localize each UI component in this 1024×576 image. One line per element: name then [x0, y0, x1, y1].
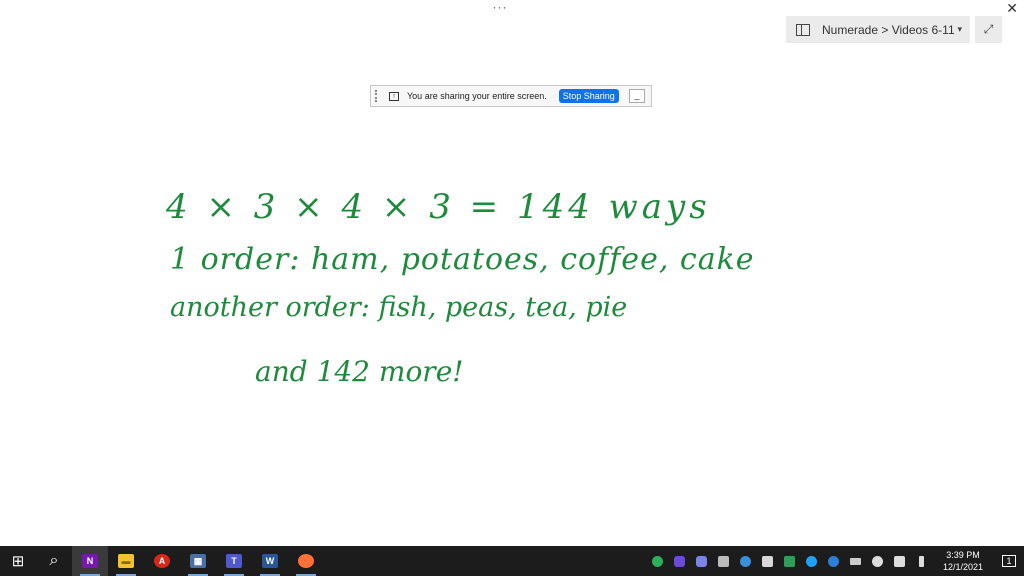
handwriting-line-2: 1 order: ham, potatoes, coffee, cake: [170, 242, 755, 277]
clock-date: 12/1/2021: [942, 562, 984, 572]
clock-time: 3:39 PM: [946, 550, 980, 560]
expand-button[interactable]: ⤢: [975, 16, 1002, 43]
screen-share-bar: ↑ You are sharing your entire screen. St…: [370, 85, 652, 107]
search-icon[interactable]: ⌕: [36, 546, 72, 576]
onenote-glyph: N: [82, 554, 98, 568]
tray-app-green-icon[interactable]: [646, 546, 668, 576]
tray-security-icon[interactable]: [756, 546, 778, 576]
pen-icon[interactable]: [910, 546, 932, 576]
windows-start-icon[interactable]: ⊞: [0, 546, 36, 576]
teams-glyph: T: [226, 554, 242, 568]
tray-network-app-icon[interactable]: [712, 546, 734, 576]
tray-skype-icon[interactable]: [800, 546, 822, 576]
handwriting-line-4: and 142 more!: [255, 355, 464, 388]
share-message: You are sharing your entire screen.: [407, 91, 547, 101]
stop-sharing-button[interactable]: Stop Sharing: [558, 89, 619, 103]
notification-center-button[interactable]: 1: [994, 546, 1024, 576]
system-tray: 3:39 PM 12/1/2021 1: [646, 546, 1024, 576]
expand-icon: ⤢: [983, 22, 994, 36]
teams-icon[interactable]: T: [216, 546, 252, 576]
file-explorer-icon[interactable]: ▬: [108, 546, 144, 576]
word-icon[interactable]: W: [252, 546, 288, 576]
minimize-share-bar-button[interactable]: _: [629, 89, 645, 103]
notebook-icon: [796, 23, 810, 36]
volume-icon[interactable]: [888, 546, 910, 576]
notebook-picker[interactable]: Numerade > Videos 6-11 ▾: [786, 16, 970, 43]
acrobat-icon[interactable]: A: [144, 546, 180, 576]
handwriting-line-1: 4 × 3 × 4 × 3 = 144 ways: [166, 187, 711, 227]
taskbar-clock[interactable]: 3:39 PM 12/1/2021: [938, 549, 988, 573]
notebook-picker-label: Numerade > Videos 6-11: [822, 22, 955, 37]
chevron-down-icon: ▾: [957, 24, 962, 34]
screen-recorder-glyph: ▦: [190, 554, 206, 568]
drag-handle[interactable]: [375, 90, 379, 102]
close-icon[interactable]: ✕: [1006, 0, 1018, 17]
tray-bluetooth-icon[interactable]: [822, 546, 844, 576]
tray-cloud-icon[interactable]: [734, 546, 756, 576]
wifi-icon[interactable]: [866, 546, 888, 576]
tray-battery-icon[interactable]: [844, 546, 866, 576]
word-glyph: W: [262, 554, 278, 568]
tray-microphone-icon[interactable]: [668, 546, 690, 576]
firefox-icon[interactable]: ●: [288, 546, 324, 576]
handwriting-line-3: another order: fish, peas, tea, pie: [170, 292, 628, 323]
window-menu-dots[interactable]: ···: [490, 0, 510, 14]
share-screen-icon: ↑: [389, 91, 399, 101]
acrobat-glyph: A: [154, 554, 170, 568]
tray-update-icon[interactable]: [778, 546, 800, 576]
onenote-icon[interactable]: N: [72, 546, 108, 576]
notification-count: 1: [1002, 555, 1016, 567]
screen-recorder-icon[interactable]: ▦: [180, 546, 216, 576]
taskbar: ⊞ ⌕ N ▬ A ▦ T W ● 3:39 PM 12/1/2021 1: [0, 546, 1024, 576]
tray-teams-icon[interactable]: [690, 546, 712, 576]
file-explorer-glyph: ▬: [118, 554, 134, 568]
firefox-glyph: ●: [298, 554, 314, 568]
